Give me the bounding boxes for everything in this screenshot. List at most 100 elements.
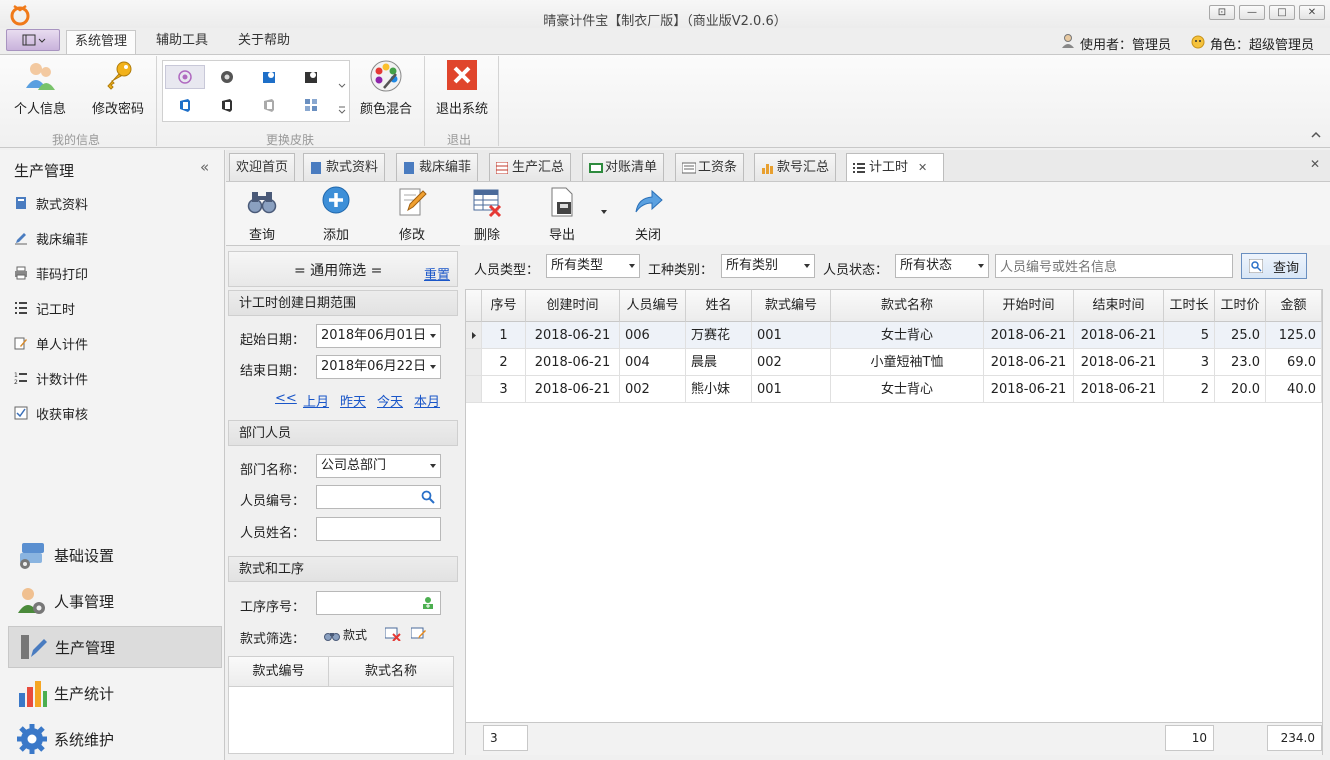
color-mix-button[interactable]: 颜色混合 (354, 58, 418, 120)
table-cell[interactable]: 女士背心 (831, 322, 984, 349)
sidebar-item-print[interactable]: 菲码打印 (14, 263, 88, 283)
table-cell[interactable]: 20.0 (1215, 376, 1266, 403)
table-cell[interactable]: 006 (620, 322, 686, 349)
sidebar-item-audit[interactable]: 收获审核 (14, 403, 88, 423)
today-link[interactable]: 今天 (377, 391, 403, 410)
close-button[interactable]: 关闭 (618, 186, 678, 243)
menu-tab-tools[interactable]: 辅助工具 (148, 30, 216, 54)
skin-6-icon[interactable] (219, 97, 235, 113)
app-menu-button[interactable] (6, 29, 60, 51)
search-button[interactable]: 查询 (1241, 253, 1307, 279)
col-header-style-name[interactable]: 款式名称 (831, 290, 984, 322)
table-cell[interactable]: 40.0 (1266, 376, 1322, 403)
emp-status-select[interactable]: 所有状态 (895, 254, 989, 278)
tab-work-hours[interactable]: 计工时 ✕ (846, 153, 944, 182)
col-header-rate[interactable]: 工时价 (1215, 290, 1266, 322)
last-month-link[interactable]: 上月 (303, 391, 329, 410)
export-button[interactable]: 导出 (532, 186, 592, 243)
table-cell[interactable]: 女士背心 (831, 376, 984, 403)
table-cell[interactable]: 2018-06-21 (1074, 349, 1164, 376)
skin-7-icon[interactable] (261, 97, 277, 113)
export-dropdown-arrow[interactable] (601, 210, 607, 214)
table-cell[interactable]: 2018-06-21 (1074, 376, 1164, 403)
window-minimize-button[interactable]: — (1239, 5, 1265, 20)
skin-5-icon[interactable] (177, 97, 193, 113)
process-no-input[interactable] (316, 591, 441, 615)
reset-link[interactable]: 重置 (424, 264, 450, 283)
table-cell[interactable]: 小童短袖T恤 (831, 349, 984, 376)
profile-button[interactable]: 个人信息 (8, 58, 72, 120)
skin-8-icon[interactable] (303, 97, 319, 113)
tab-statement[interactable]: 对账清单 (582, 153, 665, 181)
add-button[interactable]: 添加 (306, 186, 366, 243)
col-header-amount[interactable]: 金额 (1266, 290, 1322, 322)
sidebar-item-cutting[interactable]: 裁床编菲 (14, 228, 88, 248)
table-cell[interactable]: 125.0 (1266, 322, 1322, 349)
tab-close-button[interactable]: ✕ (918, 155, 927, 181)
yesterday-link[interactable]: 昨天 (340, 391, 366, 410)
gallery-scroll-down-icon[interactable] (337, 81, 347, 91)
window-close-button[interactable]: ✕ (1299, 5, 1325, 20)
table-cell[interactable]: 23.0 (1215, 349, 1266, 376)
menu-tab-help[interactable]: 关于帮助 (230, 30, 298, 54)
table-cell[interactable]: 004 (620, 349, 686, 376)
sidebar-item-work-hours[interactable]: 记工时 (14, 298, 75, 318)
change-password-button[interactable]: 修改密码 (86, 58, 150, 120)
table-cell[interactable]: 2018-06-21 (526, 322, 620, 349)
module-hr[interactable]: 人事管理 (8, 580, 222, 622)
skin-1-icon[interactable] (177, 69, 193, 85)
emp-type-select[interactable]: 所有类型 (546, 254, 640, 278)
table-cell[interactable]: 2 (1164, 376, 1215, 403)
edit-button[interactable]: 修改 (382, 186, 442, 243)
clear-style-icon[interactable] (385, 627, 401, 641)
table-cell[interactable]: 2 (482, 349, 526, 376)
skin-4-icon[interactable] (303, 69, 319, 85)
col-header-hours[interactable]: 工时长 (1164, 290, 1215, 322)
table-cell[interactable]: 25.0 (1215, 322, 1266, 349)
table-cell[interactable]: 3 (1164, 349, 1215, 376)
style-list-col-name[interactable]: 款式名称 (329, 657, 453, 687)
style-pick-button[interactable]: 款式 (324, 626, 367, 643)
table-cell[interactable]: 万赛花 (686, 322, 752, 349)
sidebar-item-count-piece[interactable]: 1 2 计数计件 (14, 368, 88, 388)
tab-welcome[interactable]: 欢迎首页 (229, 153, 296, 181)
table-cell[interactable]: 001 (752, 322, 831, 349)
prev-link[interactable]: << (275, 391, 297, 406)
ribbon-collapse-icon[interactable] (1310, 130, 1322, 140)
table-cell[interactable]: 2018-06-21 (1074, 322, 1164, 349)
window-restore-button[interactable]: ⊡ (1209, 5, 1235, 20)
skin-2-icon[interactable] (219, 69, 235, 85)
table-cell[interactable]: 1 (482, 322, 526, 349)
tab-summary[interactable]: 生产汇总 (489, 153, 572, 181)
search-input[interactable] (995, 254, 1233, 278)
module-production[interactable]: 生产管理 (8, 626, 222, 668)
close-all-tabs-button[interactable]: ✕ (1310, 157, 1320, 171)
tab-style-summary[interactable]: 款号汇总 (754, 153, 837, 181)
end-date-picker[interactable]: 2018年06月22日 (316, 355, 441, 379)
query-button[interactable]: 查询 (232, 186, 292, 243)
work-type-select[interactable]: 所有类别 (721, 254, 815, 278)
tab-payslip[interactable]: 工资条 (675, 153, 745, 181)
style-list-col-code[interactable]: 款式编号 (229, 657, 329, 687)
col-header-end[interactable]: 结束时间 (1074, 290, 1164, 322)
delete-button[interactable]: 删除 (457, 186, 517, 243)
tab-style-info[interactable]: 款式资料 (303, 153, 386, 181)
start-date-picker[interactable]: 2018年06月01日 (316, 324, 441, 348)
table-cell[interactable]: 2018-06-21 (526, 349, 620, 376)
exit-system-button[interactable]: 退出系统 (430, 58, 494, 120)
table-cell[interactable]: 5 (1164, 322, 1215, 349)
col-header-seq[interactable]: 序号 (482, 290, 526, 322)
module-statistics[interactable]: 生产统计 (8, 672, 222, 714)
tab-cutting[interactable]: 裁床编菲 (396, 153, 479, 181)
emp-name-input[interactable] (316, 517, 441, 541)
module-basic-settings[interactable]: 基础设置 (8, 534, 222, 576)
search-icon[interactable] (421, 490, 435, 504)
table-cell[interactable]: 002 (620, 376, 686, 403)
col-header-name[interactable]: 姓名 (686, 290, 752, 322)
gallery-expand-icon[interactable] (337, 105, 347, 115)
table-cell[interactable]: 2018-06-21 (526, 376, 620, 403)
table-cell[interactable]: 2018-06-21 (984, 349, 1074, 376)
table-cell[interactable]: 2018-06-21 (984, 322, 1074, 349)
sidebar-item-style-info[interactable]: 款式资料 (14, 193, 88, 213)
sidebar-collapse-button[interactable]: « (200, 158, 209, 176)
